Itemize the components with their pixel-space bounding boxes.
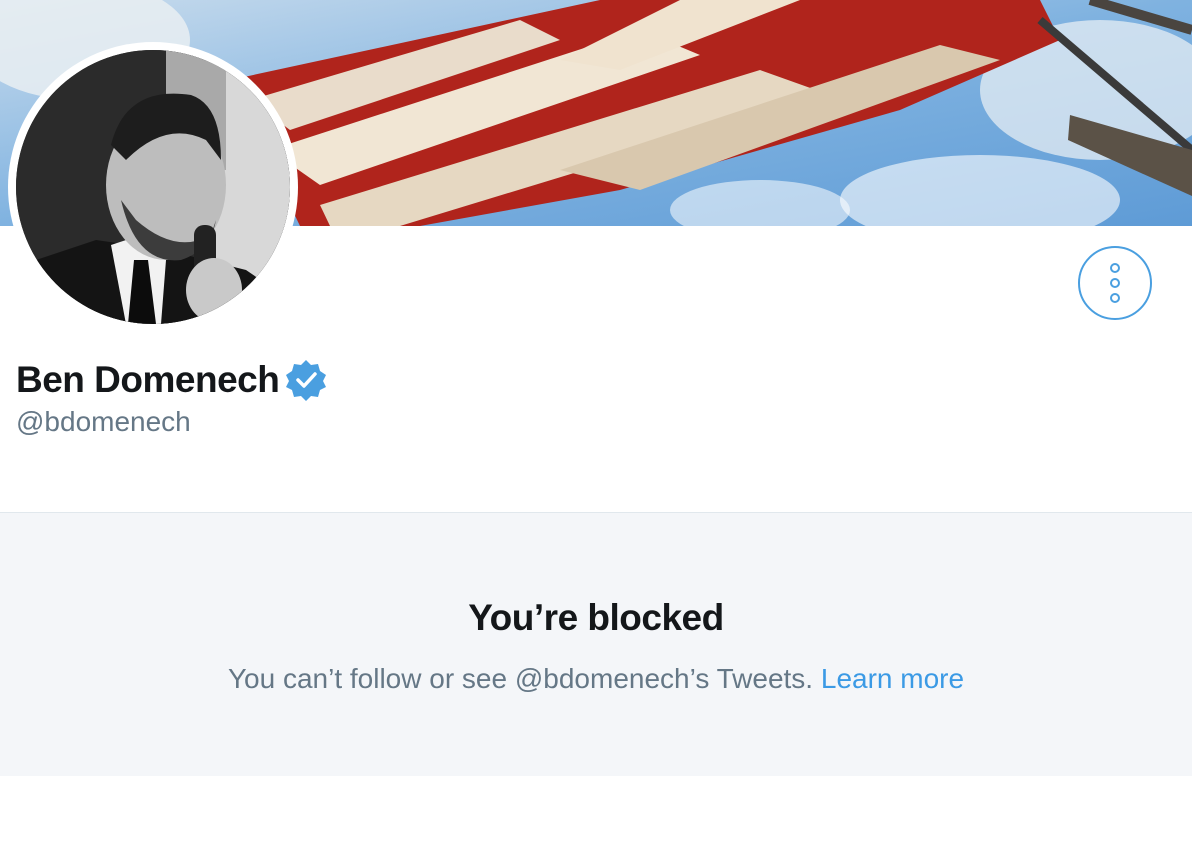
blocked-title: You’re blocked	[468, 597, 724, 638]
more-options-icon	[1110, 263, 1120, 303]
learn-more-link[interactable]: Learn more	[821, 663, 964, 694]
profile-handle: @bdomenech	[16, 406, 191, 437]
blocked-notice: You’re blocked You can’t follow or see @…	[0, 512, 1192, 776]
blocked-message: You can’t follow or see @bdomenech’s Twe…	[227, 663, 814, 694]
avatar-photo	[16, 50, 290, 324]
avatar[interactable]	[8, 42, 298, 332]
display-name: Ben Domenech	[16, 359, 280, 400]
profile-name-row: Ben Domenech	[16, 356, 327, 404]
blocked-message-line: You can’t follow or see @bdomenech’s Twe…	[0, 663, 1192, 695]
verified-badge-icon	[286, 360, 327, 401]
more-options-button[interactable]	[1078, 246, 1152, 320]
